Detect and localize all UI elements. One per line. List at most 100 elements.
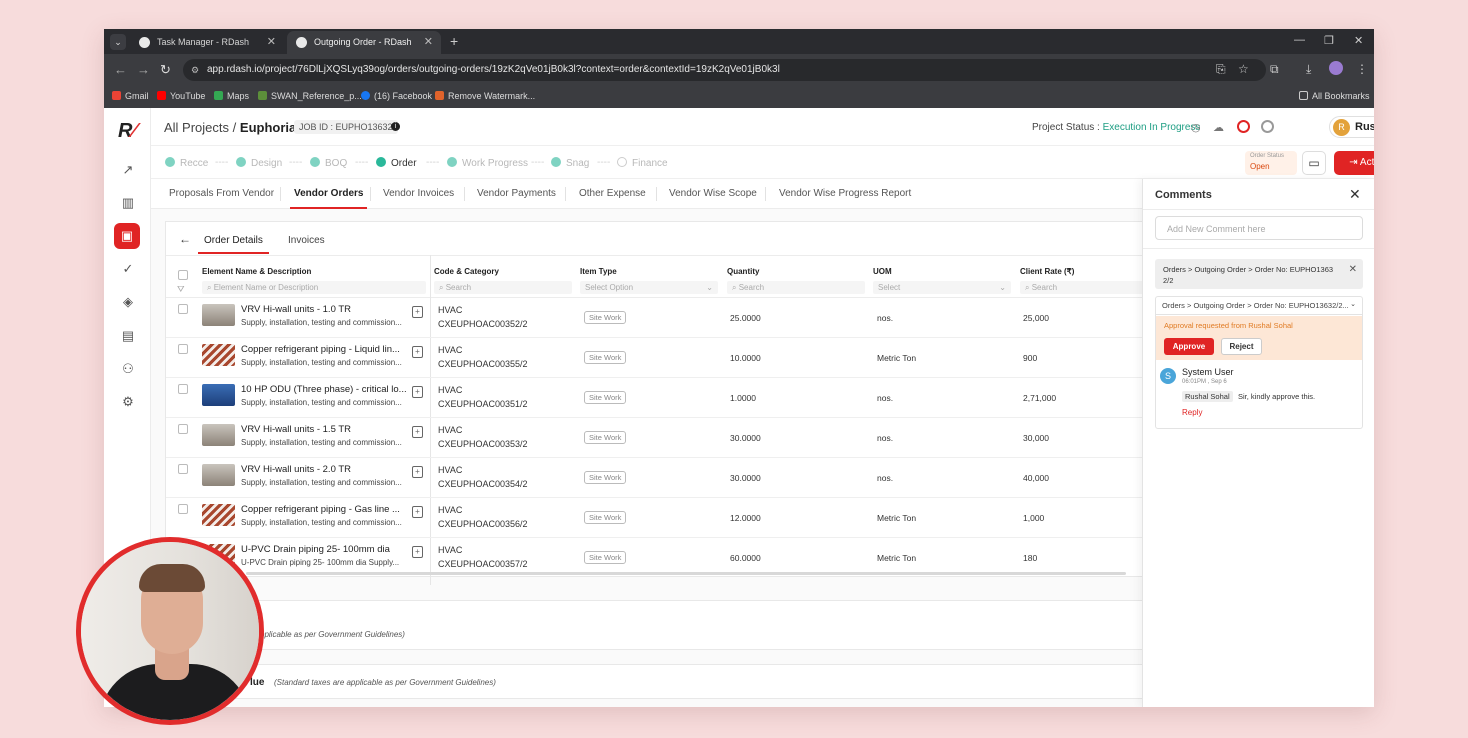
- tab-search-icon[interactable]: ⌄: [110, 34, 126, 50]
- add-comment-icon[interactable]: +: [412, 506, 423, 518]
- back-arrow-icon[interactable]: ←: [179, 232, 191, 246]
- stage-boq[interactable]: BOQ: [310, 157, 347, 169]
- uom-select[interactable]: Select ⌄: [873, 281, 1011, 294]
- menu-icon[interactable]: ⋮: [1356, 62, 1368, 76]
- stage-recce[interactable]: Recce: [165, 157, 208, 169]
- extensions-icon[interactable]: ⧉: [1270, 62, 1279, 77]
- bookmark-remove-watermark[interactable]: Remove Watermark...: [435, 91, 535, 101]
- team-icon[interactable]: ⚇: [118, 359, 138, 379]
- tab-invoices[interactable]: Invoices: [288, 235, 325, 246]
- actions-button[interactable]: ⇥ Actions: [1334, 151, 1374, 175]
- user-menu[interactable]: R Rushal ▼: [1329, 116, 1374, 138]
- approve-button[interactable]: Approve: [1164, 338, 1214, 355]
- analytics-icon[interactable]: ↗: [118, 160, 138, 180]
- add-comment-icon[interactable]: +: [412, 346, 423, 358]
- breadcrumb-all-projects[interactable]: All Projects: [164, 120, 229, 135]
- add-comment-icon[interactable]: +: [412, 546, 423, 558]
- bookmark-facebook[interactable]: (16) Facebook: [361, 91, 432, 101]
- forward-icon[interactable]: →: [137, 62, 150, 77]
- row-checkbox[interactable]: [178, 304, 188, 314]
- item-type-select[interactable]: Select Option ⌄: [580, 281, 718, 294]
- back-icon[interactable]: ←: [114, 62, 127, 77]
- thread-select[interactable]: Orders > Outgoing Order > Order No: EUPH…: [1156, 297, 1362, 315]
- table-row[interactable]: 10 HP ODU (Three phase) - critical lo...…: [166, 378, 1142, 418]
- add-comment-icon[interactable]: +: [412, 306, 423, 318]
- address-bar[interactable]: ⚙ app.rdash.io/project/76DlLjXQSLyq39og/…: [183, 59, 1266, 81]
- table-row[interactable]: U-PVC Drain piping 25- 100mm dia U-PVC D…: [166, 538, 1142, 572]
- stage-work-progress[interactable]: Work Progress: [447, 157, 528, 169]
- bookmark-gmail[interactable]: Gmail: [112, 91, 149, 101]
- order-status-badge[interactable]: Order Status Open: [1245, 151, 1297, 175]
- board-icon[interactable]: ▥: [118, 193, 138, 213]
- table-row[interactable]: VRV Hi-wall units - 2.0 TR Supply, insta…: [166, 458, 1142, 498]
- quantity-search-input[interactable]: ⌕ Search: [727, 281, 865, 294]
- tab-vendor-invoices[interactable]: Vendor Invoices: [383, 188, 454, 199]
- orders-icon[interactable]: ▣: [114, 223, 140, 249]
- filter-icon[interactable]: ⛛: [177, 284, 185, 295]
- tab-vendor-orders[interactable]: Vendor Orders: [289, 188, 368, 209]
- layers-icon[interactable]: ◈: [118, 292, 138, 312]
- alerts-icon[interactable]: [1237, 120, 1250, 133]
- browser-tab[interactable]: Task Manager - RDash ✕: [130, 31, 284, 54]
- close-tab-icon[interactable]: ✕: [424, 31, 433, 54]
- stage-snag[interactable]: Snag: [551, 157, 589, 169]
- table-row[interactable]: Copper refrigerant piping - Liquid lin..…: [166, 338, 1142, 378]
- stage-order[interactable]: Order: [376, 157, 417, 169]
- notifications-bell-icon[interactable]: [1261, 120, 1274, 133]
- info-icon[interactable]: i: [391, 122, 400, 131]
- row-checkbox[interactable]: [178, 344, 188, 354]
- rdash-logo[interactable]: R⁄: [118, 120, 136, 143]
- add-comment-icon[interactable]: +: [412, 466, 423, 478]
- bookmark-swan[interactable]: SWAN_Reference_p...: [258, 91, 362, 101]
- bookmark-youtube[interactable]: YouTube: [157, 91, 205, 101]
- bookmark-maps[interactable]: Maps: [214, 91, 249, 101]
- comments-button[interactable]: ▭: [1302, 151, 1326, 175]
- rate-search-input[interactable]: ⌕ Search: [1020, 281, 1143, 294]
- table-row[interactable]: VRV Hi-wall units - 1.0 TR Supply, insta…: [166, 298, 1142, 338]
- new-tab-icon[interactable]: +: [450, 33, 458, 49]
- site-info-icon[interactable]: ⚙: [191, 59, 199, 81]
- add-comment-icon[interactable]: +: [412, 386, 423, 398]
- mention-tag[interactable]: Rushal Sohal: [1182, 391, 1233, 402]
- tab-proposals-from-vendor[interactable]: Proposals From Vendor: [169, 188, 274, 199]
- bookmark-star-icon[interactable]: ☆: [1238, 62, 1249, 76]
- horizontal-scrollbar[interactable]: [246, 572, 1126, 575]
- stage-finance[interactable]: Finance: [617, 157, 668, 169]
- browser-tab-active[interactable]: Outgoing Order - RDash ✕: [287, 31, 441, 54]
- add-comment-icon[interactable]: +: [412, 426, 423, 438]
- minimize-icon[interactable]: —: [1294, 34, 1305, 46]
- row-checkbox[interactable]: [178, 464, 188, 474]
- install-app-icon[interactable]: ⎘: [1216, 62, 1226, 77]
- reply-link[interactable]: Reply: [1182, 408, 1202, 417]
- history-icon[interactable]: ◷: [1191, 121, 1201, 134]
- row-checkbox[interactable]: [178, 424, 188, 434]
- tab-vendor-wise-progress-report[interactable]: Vendor Wise Progress Report: [779, 188, 911, 199]
- element-search-input[interactable]: ⌕ Element Name or Description: [202, 281, 426, 294]
- tab-order-details[interactable]: Order Details: [198, 235, 269, 254]
- select-all-checkbox[interactable]: [178, 270, 188, 280]
- reports-icon[interactable]: ▤: [118, 326, 138, 346]
- download-icon[interactable]: ⤓: [1306, 62, 1311, 77]
- tab-vendor-payments[interactable]: Vendor Payments: [477, 188, 556, 199]
- code-search-input[interactable]: ⌕ Search: [434, 281, 572, 294]
- profile-icon[interactable]: [1329, 61, 1343, 75]
- restore-icon[interactable]: ❐: [1324, 34, 1334, 47]
- table-row[interactable]: Copper refrigerant piping - Gas line ...…: [166, 498, 1142, 538]
- close-icon[interactable]: ✕: [1349, 264, 1357, 275]
- settings-gear-icon[interactable]: ⚙: [118, 392, 138, 412]
- reload-icon[interactable]: ↻: [160, 62, 171, 78]
- stage-design[interactable]: Design: [236, 157, 282, 169]
- table-row[interactable]: VRV Hi-wall units - 1.5 TR Supply, insta…: [166, 418, 1142, 458]
- row-checkbox[interactable]: [178, 504, 188, 514]
- cloud-icon[interactable]: ☁: [1213, 121, 1224, 134]
- reject-button[interactable]: Reject: [1221, 338, 1262, 355]
- all-bookmarks[interactable]: All Bookmarks: [1299, 91, 1370, 101]
- row-checkbox[interactable]: [178, 384, 188, 394]
- close-icon[interactable]: ✕: [1349, 186, 1361, 203]
- close-tab-icon[interactable]: ✕: [267, 31, 276, 54]
- tab-vendor-wise-scope[interactable]: Vendor Wise Scope: [669, 188, 757, 199]
- tab-other-expense[interactable]: Other Expense: [579, 188, 646, 199]
- close-window-icon[interactable]: ✕: [1354, 34, 1363, 47]
- add-comment-input[interactable]: Add New Comment here: [1155, 216, 1363, 240]
- tasks-check-icon[interactable]: ✓: [118, 259, 138, 279]
